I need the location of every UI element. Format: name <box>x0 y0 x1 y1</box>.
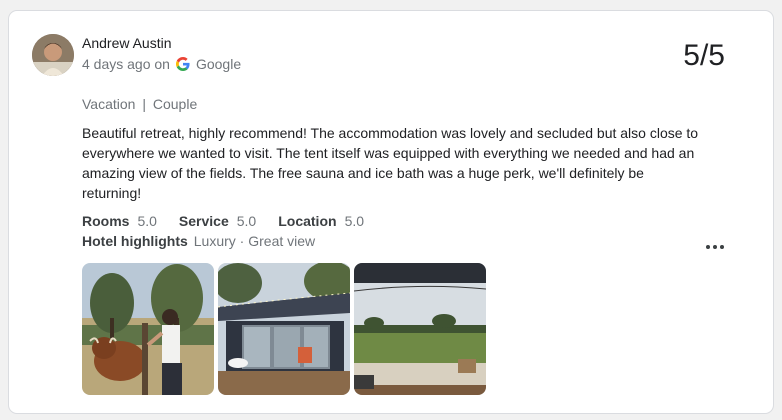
author-name[interactable]: Andrew Austin <box>82 35 172 51</box>
time-ago: 4 days ago on <box>82 56 170 72</box>
google-g-icon <box>175 57 190 71</box>
trip-type: Vacation <box>82 96 136 112</box>
rating-value: 5.0 <box>137 213 157 229</box>
hotel-highlights: Hotel highlights Luxury · Great view <box>82 233 315 249</box>
rating-value: 5.0 <box>344 213 365 229</box>
rating-label: Service <box>178 213 229 229</box>
source-name[interactable]: Google <box>196 56 241 72</box>
review-photo-2[interactable] <box>218 263 350 395</box>
rating-label: Rooms <box>82 213 130 229</box>
review-photos <box>82 263 486 395</box>
rating-label: Location <box>278 213 337 229</box>
category-ratings: Rooms 5.0 Service 5.0 Location 5.0 <box>82 213 364 229</box>
rating-rooms: Rooms 5.0 <box>82 213 157 229</box>
review-photo-3[interactable] <box>354 263 486 395</box>
review-meta: 4 days ago on Google <box>82 56 241 72</box>
review-card: Andrew Austin 4 days ago on Google 5/5 V… <box>8 10 774 414</box>
trip-info: Vacation | Couple <box>82 96 197 112</box>
more-vertical-icon[interactable] <box>705 237 725 257</box>
rating-location: Location 5.0 <box>278 213 364 229</box>
avatar[interactable] <box>32 34 74 76</box>
review-photo-1[interactable] <box>82 263 214 395</box>
rating-value: 5.0 <box>236 213 257 229</box>
highlights-value: Luxury · Great view <box>193 233 316 249</box>
highlights-label: Hotel highlights <box>82 233 188 249</box>
trip-group: Couple <box>152 96 198 112</box>
review-score: 5/5 <box>683 39 725 72</box>
rating-service: Service 5.0 <box>179 213 256 229</box>
review-text: Beautiful retreat, highly recommend! The… <box>82 125 699 201</box>
trip-separator: | <box>142 96 146 112</box>
